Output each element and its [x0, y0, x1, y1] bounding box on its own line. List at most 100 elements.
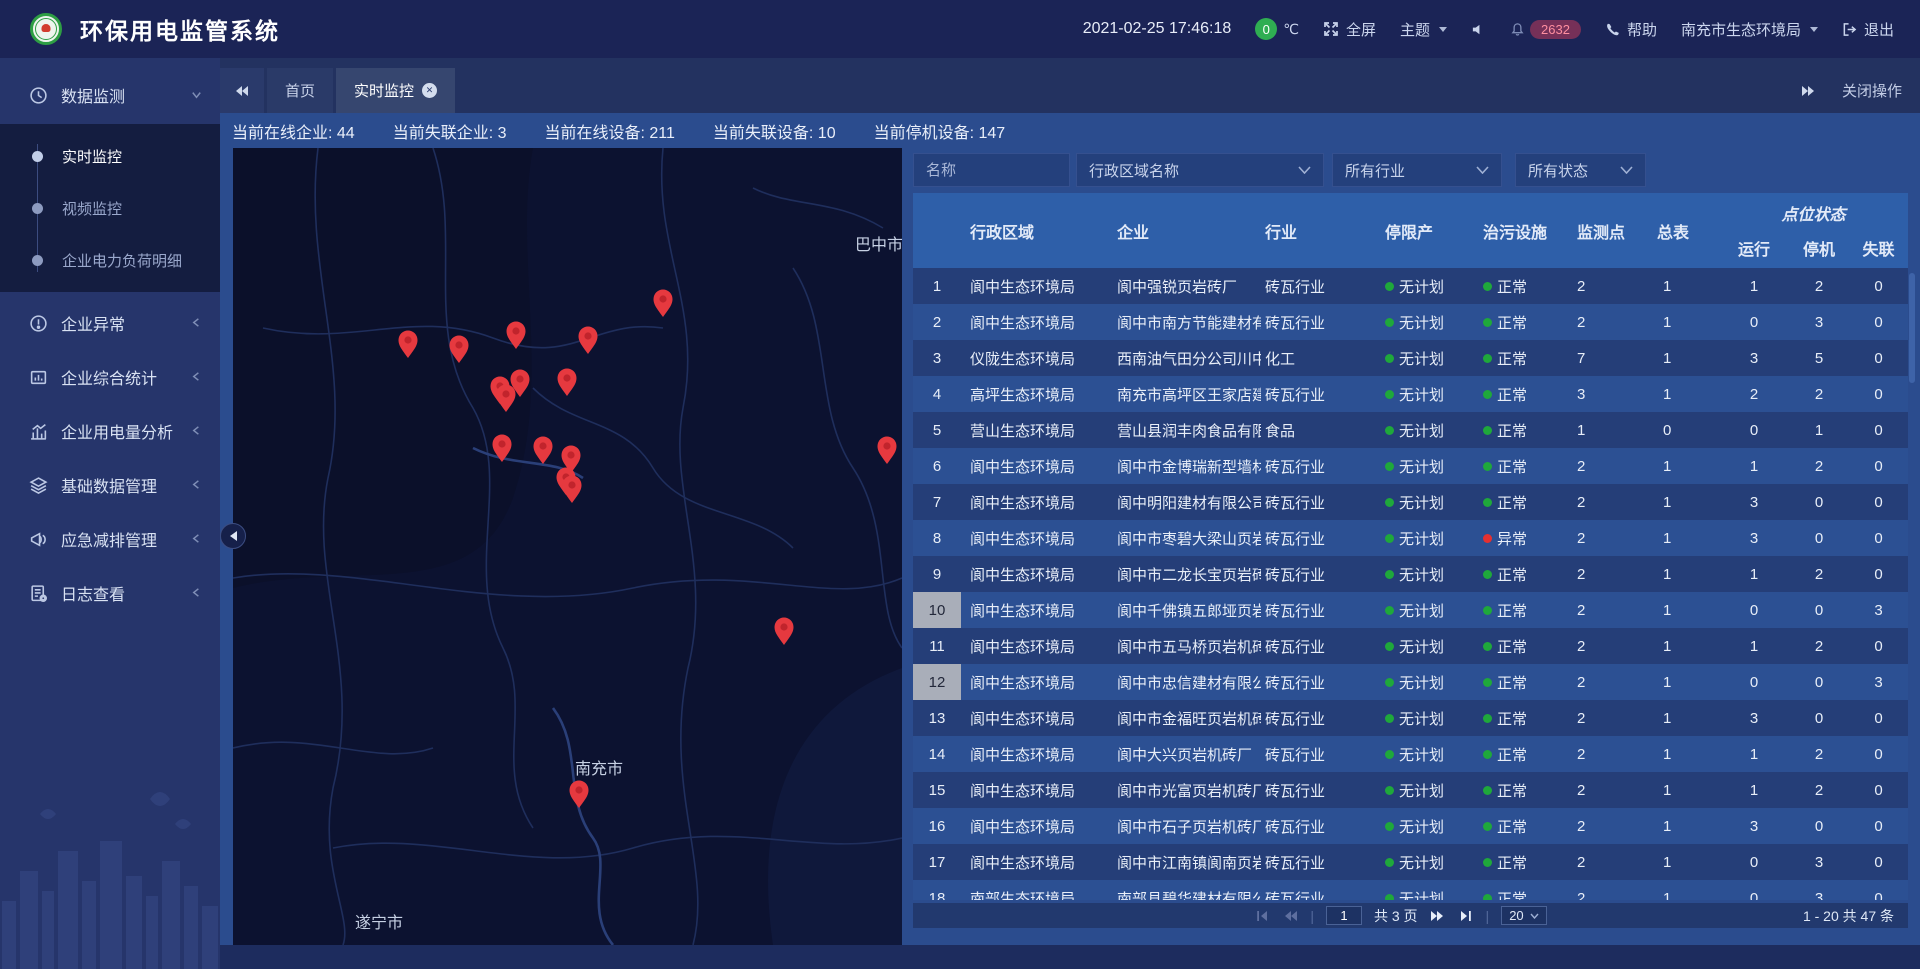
mute-button[interactable] [1471, 22, 1486, 37]
status-filter-select[interactable]: 所有状态 [1515, 153, 1646, 187]
tab-home[interactable]: 首页 [267, 68, 333, 113]
page-size-select[interactable]: 20 [1501, 906, 1546, 925]
table-row[interactable]: 18南部生态环境局南部县碧华建材有限公砖瓦行业无计划正常21030 [913, 880, 1908, 900]
sidebar-item-base-data-management[interactable]: 基础数据管理 [0, 460, 220, 510]
table-row[interactable]: 6阆中生态环境局阆中市金博瑞新型墙材砖瓦行业无计划正常21120 [913, 448, 1908, 484]
table-row[interactable]: 2阆中生态环境局阆中市南方节能建材有砖瓦行业无计划正常21030 [913, 304, 1908, 340]
cell-region: 高坪生态环境局 [961, 376, 1111, 412]
col-offline: 失联 [1849, 236, 1908, 260]
pollution-facility-text: 正常 [1497, 312, 1527, 333]
table-row[interactable]: 4高坪生态环境局南充市高坪区王家店建砖瓦行业无计划正常31220 [913, 376, 1908, 412]
pollution-facility-text: 正常 [1497, 276, 1527, 297]
map-collapse-button[interactable] [220, 523, 246, 549]
theme-label: 主题 [1400, 19, 1430, 40]
theme-dropdown[interactable]: 主题 [1400, 19, 1447, 40]
sidebar-item-enterprise-abnormal[interactable]: 企业异常 [0, 298, 220, 348]
table-row[interactable]: 16阆中生态环境局阆中市石子页岩机砖厂砖瓦行业无计划正常21300 [913, 808, 1908, 844]
sidebar-item-data-monitoring[interactable]: 数据监测 [0, 70, 220, 120]
cell-company: 阆中市二龙长宝页岩砖 [1111, 556, 1261, 592]
last-page-button[interactable] [1458, 908, 1474, 924]
notification-widget[interactable]: 2632 [1510, 20, 1581, 39]
tabs-scroll-right-button[interactable] [1800, 83, 1816, 99]
status-dot [1483, 858, 1492, 867]
sidebar-item-power-consumption-analysis[interactable]: 企业用电量分析 [0, 406, 220, 456]
sidebar-item-label: 应急减排管理 [61, 527, 190, 551]
tab-realtime[interactable]: 实时监控✕ [336, 68, 455, 113]
cell-running: 3 [1719, 808, 1789, 844]
cell-industry: 砖瓦行业 [1261, 304, 1381, 340]
cell-pollution-facility: 正常 [1469, 592, 1569, 628]
cell-region: 营山生态环境局 [961, 412, 1111, 448]
status-dot [1385, 714, 1394, 723]
cell-offline: 0 [1849, 556, 1908, 592]
skyline-decoration [0, 779, 220, 969]
cell-stopped: 3 [1789, 844, 1849, 880]
status-dot [1385, 534, 1394, 543]
cell-pollution-facility: 正常 [1469, 448, 1569, 484]
cell-company: 阆中市石子页岩机砖厂 [1111, 808, 1261, 844]
first-page-button[interactable] [1254, 908, 1270, 924]
fullscreen-button[interactable]: 全屏 [1323, 19, 1376, 40]
table-body: 1阆中生态环境局阆中强锐页岩砖厂砖瓦行业无计划正常211202阆中生态环境局阆中… [913, 268, 1908, 900]
industry-filter-select[interactable]: 所有行业 [1332, 153, 1502, 187]
prev-page-button[interactable] [1282, 908, 1298, 924]
pager-divider: | [1310, 908, 1314, 924]
table-row[interactable]: 5营山生态环境局营山县润丰肉食品有限食品无计划正常10010 [913, 412, 1908, 448]
sidebar-item-enterprise-statistics[interactable]: 企业综合统计 [0, 352, 220, 402]
table-row[interactable]: 9阆中生态环境局阆中市二龙长宝页岩砖砖瓦行业无计划正常21120 [913, 556, 1908, 592]
tab-label: 首页 [285, 80, 315, 101]
pollution-facility-text: 正常 [1497, 672, 1527, 693]
table-row[interactable]: 12阆中生态环境局阆中市忠信建材有限公砖瓦行业无计划正常21003 [913, 664, 1908, 700]
help-button[interactable]: 帮助 [1605, 19, 1657, 40]
cell-industry: 砖瓦行业 [1261, 880, 1381, 900]
cell-index: 11 [913, 628, 961, 664]
cell-index: 13 [913, 700, 961, 736]
chevron-left-icon [190, 316, 204, 330]
table-scrollbar[interactable] [1909, 273, 1915, 383]
table-row[interactable]: 11阆中生态环境局阆中市五马桥页岩机砖砖瓦行业无计划正常21120 [913, 628, 1908, 664]
sidebar-subitem-realtime-monitoring[interactable]: 实时监控 [0, 130, 220, 182]
table-row[interactable]: 17阆中生态环境局阆中市江南镇阆南页岩砖瓦行业无计划正常21030 [913, 844, 1908, 880]
pollution-facility-text: 正常 [1497, 744, 1527, 765]
sidebar: 数据监测实时监控视频监控企业电力负荷明细企业异常企业综合统计企业用电量分析基础数… [0, 58, 220, 969]
sidebar-subitem-enterprise-power-load-detail[interactable]: 企业电力负荷明细 [0, 234, 220, 286]
cell-industry: 砖瓦行业 [1261, 592, 1381, 628]
org-dropdown[interactable]: 南充市生态环境局 [1681, 19, 1818, 40]
cell-industry: 砖瓦行业 [1261, 808, 1381, 844]
table-row[interactable]: 7阆中生态环境局阆中明阳建材有限公司砖瓦行业无计划正常21300 [913, 484, 1908, 520]
table-row[interactable]: 14阆中生态环境局阆中大兴页岩机砖厂砖瓦行业无计划正常21120 [913, 736, 1908, 772]
filter-row: 行政区域名称 所有行业 所有状态 [913, 153, 1908, 187]
sidebar-item-log-view[interactable]: 日志查看 [0, 568, 220, 618]
cell-offline: 0 [1849, 736, 1908, 772]
table-row[interactable]: 15阆中生态环境局阆中市光富页岩机砖厂砖瓦行业无计划正常21120 [913, 772, 1908, 808]
close-operations-button[interactable]: 关闭操作 [1842, 80, 1902, 101]
temperature-widget: 0 ℃ [1255, 18, 1299, 40]
tabs-scroll-left-button[interactable] [220, 68, 264, 113]
logout-icon [1842, 22, 1857, 37]
stats-bar: 当前在线企业: 44当前失联企业: 3当前在线设备: 211当前失联设备: 10… [220, 113, 1920, 148]
speaker-icon [1471, 22, 1486, 37]
map[interactable]: 巴中市南充市遂宁市 [233, 148, 902, 945]
table-row[interactable]: 1阆中生态环境局阆中强锐页岩砖厂砖瓦行业无计划正常21120 [913, 268, 1908, 304]
cell-offline: 0 [1849, 700, 1908, 736]
status-dot [1483, 822, 1492, 831]
table-row[interactable]: 8阆中生态环境局阆中市枣碧大梁山页岩砖瓦行业无计划异常21300 [913, 520, 1908, 556]
page-number-input[interactable] [1326, 906, 1362, 925]
region-filter-select[interactable]: 行政区域名称 [1076, 153, 1324, 187]
close-tab-icon[interactable]: ✕ [422, 83, 437, 98]
cell-region: 阆中生态环境局 [961, 844, 1111, 880]
cell-index: 10 [913, 592, 961, 628]
sidebar-item-emergency-reduction[interactable]: 应急减排管理 [0, 514, 220, 564]
next-page-button[interactable] [1430, 908, 1446, 924]
cell-industry: 砖瓦行业 [1261, 844, 1381, 880]
sidebar-subitem-video-monitoring[interactable]: 视频监控 [0, 182, 220, 234]
table-row[interactable]: 13阆中生态环境局阆中市金福旺页岩机砖砖瓦行业无计划正常21300 [913, 700, 1908, 736]
logout-button[interactable]: 退出 [1842, 19, 1894, 40]
name-filter-input[interactable] [913, 153, 1070, 187]
pollution-facility-text: 正常 [1497, 852, 1527, 873]
table-row[interactable]: 3仪陇生态环境局西南油气田分公司川中化工无计划正常71350 [913, 340, 1908, 376]
stat-item: 当前失联设备: 10 [713, 119, 836, 143]
cell-stop-production: 无计划 [1381, 628, 1469, 664]
cell-pollution-facility: 正常 [1469, 808, 1569, 844]
table-row[interactable]: 10阆中生态环境局阆中千佛镇五郎垭页岩砖瓦行业无计划正常21003 [913, 592, 1908, 628]
